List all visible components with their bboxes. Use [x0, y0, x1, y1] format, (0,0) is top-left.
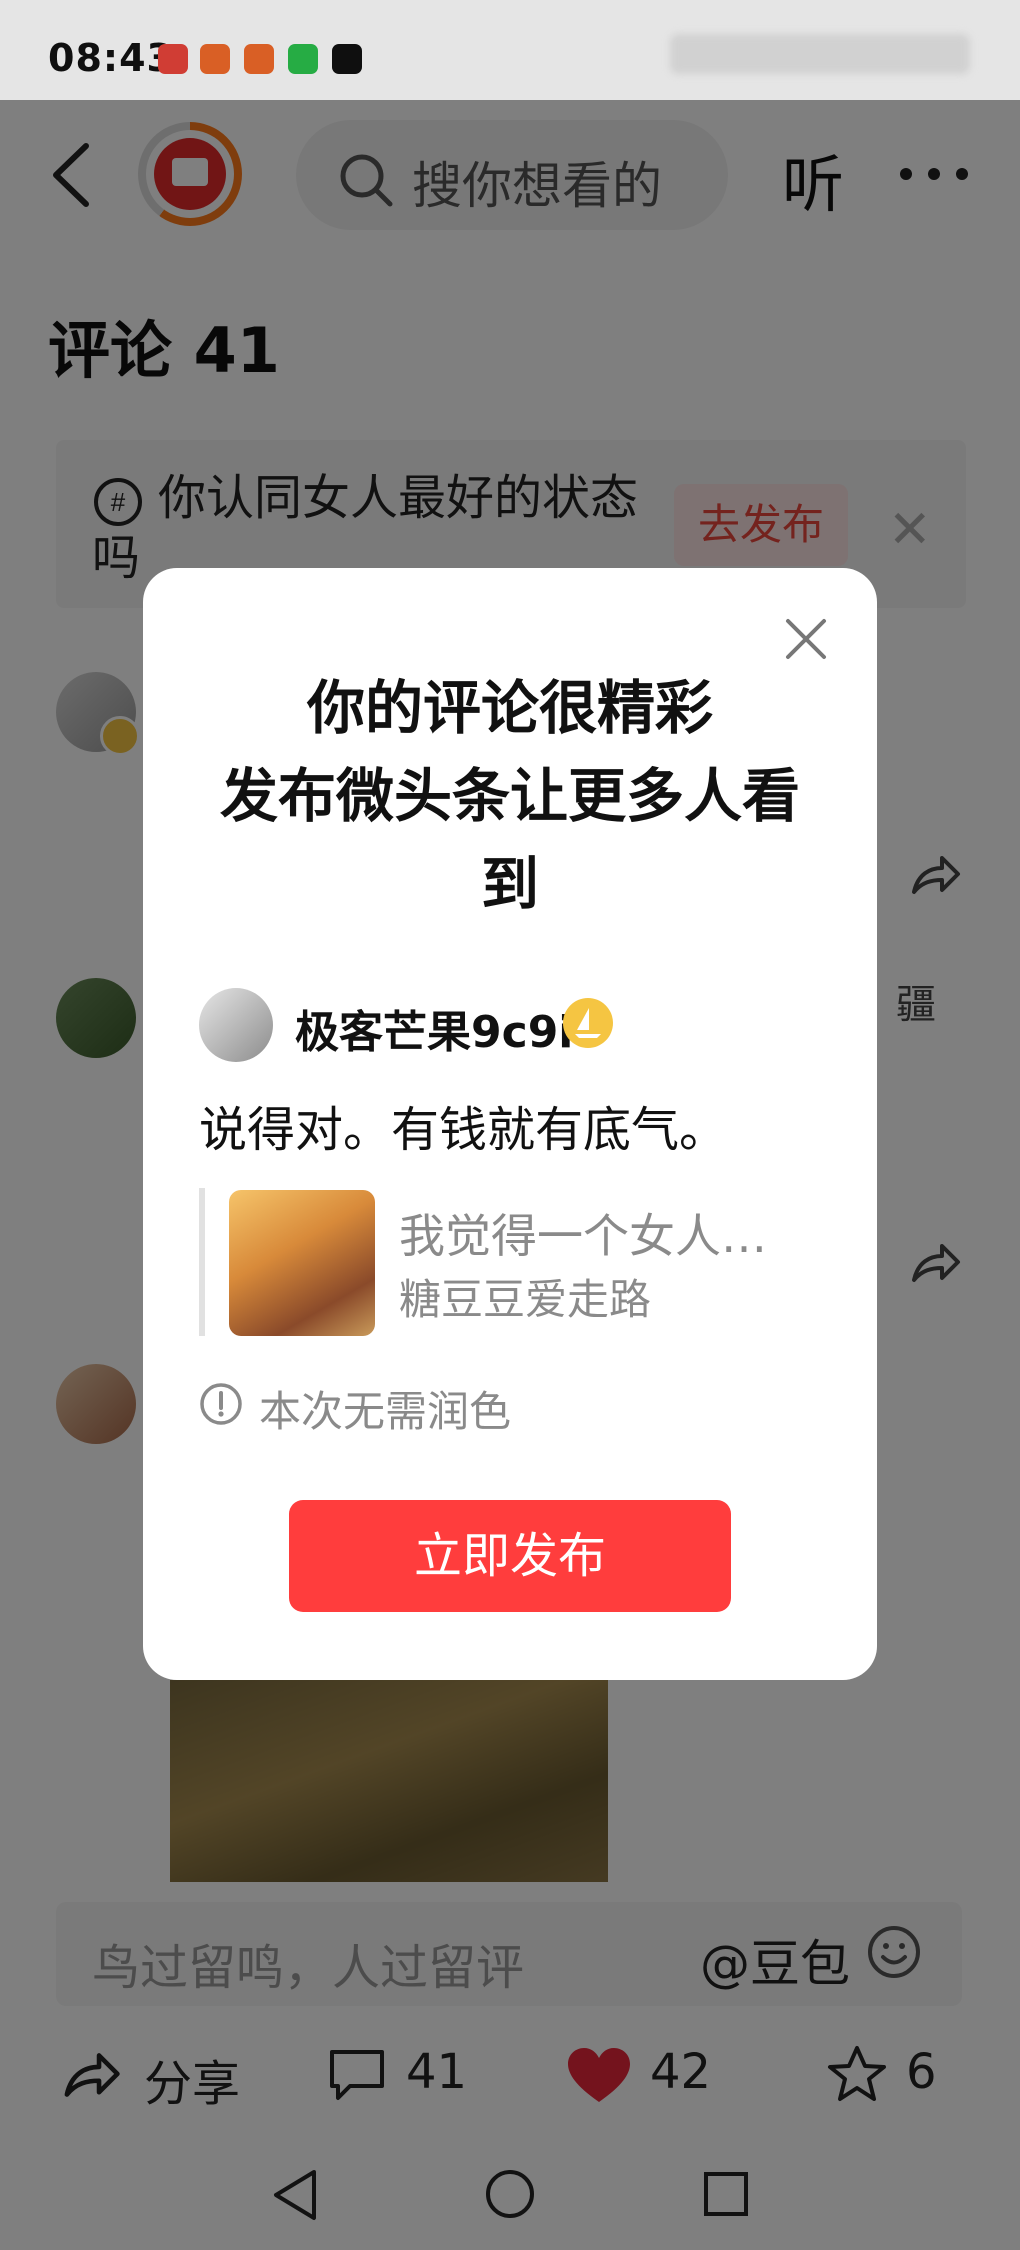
quote-author: 糖豆豆爱走路 — [399, 1275, 652, 1324]
dialog-title-line: 你的评论很精彩 — [306, 674, 713, 742]
sailboat-badge-icon — [563, 998, 613, 1048]
close-icon[interactable] — [783, 616, 829, 662]
info-icon — [200, 1383, 242, 1425]
quote-text: 我觉得一个女人… — [399, 1209, 767, 1263]
notice-text: 本次无需润色 — [259, 1387, 512, 1436]
publish-dialog: 你的评论很精彩 发布微头条让更多人看 到 极客芒果9c9i 说得对。有钱就有底气… — [143, 568, 877, 1680]
dialog-title-line: 到 — [480, 850, 539, 918]
dialog-title: 你的评论很精彩 发布微头条让更多人看 到 — [143, 664, 877, 928]
navbar-dim — [0, 2140, 1020, 2250]
dialog-title-line: 发布微头条让更多人看 — [219, 762, 800, 830]
quoted-post[interactable]: 我觉得一个女人… 糖豆豆爱走路 — [199, 1188, 819, 1338]
quote-divider — [199, 1188, 205, 1336]
comment-text: 说得对。有钱就有底气。 — [199, 1102, 728, 1158]
user-avatar — [199, 988, 273, 1062]
quote-thumbnail — [229, 1190, 375, 1336]
username: 极客芒果9c9i — [295, 1007, 574, 1058]
publish-now-button[interactable]: 立即发布 — [289, 1500, 731, 1612]
status-dim — [0, 0, 1020, 100]
